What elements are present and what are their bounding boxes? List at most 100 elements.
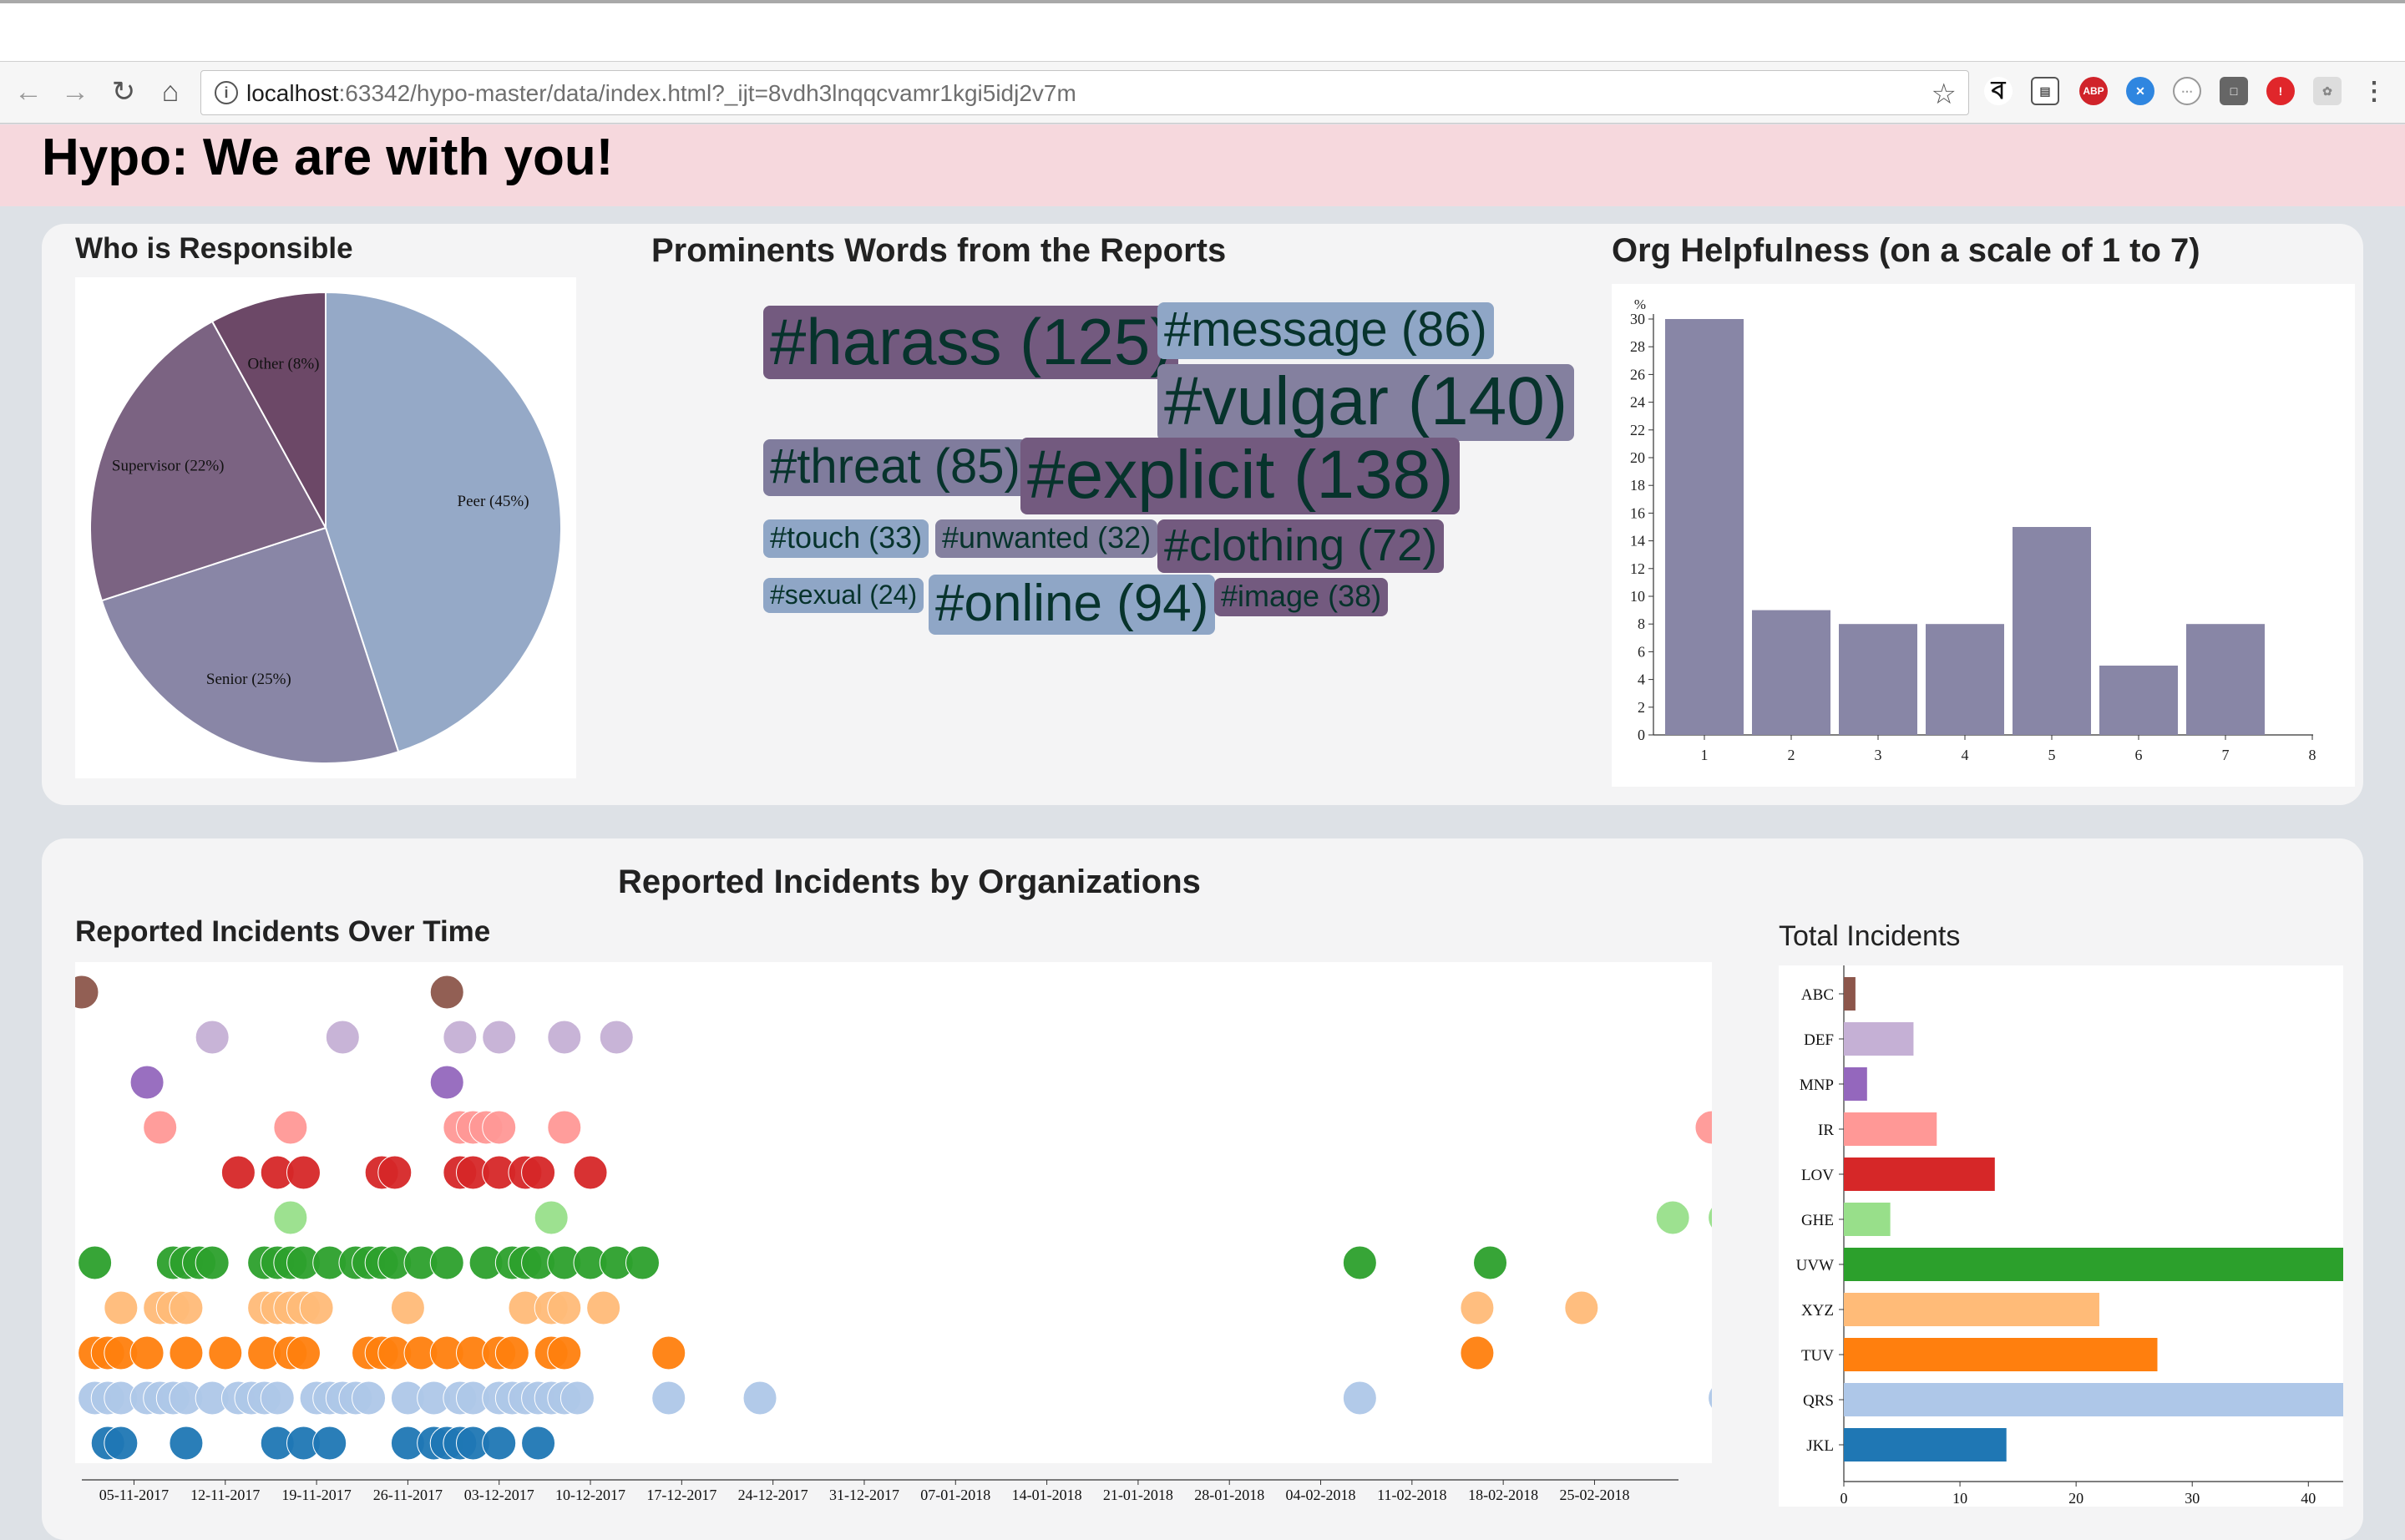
word-tag[interactable]: #online (94) — [929, 575, 1216, 635]
helpfulness-bar[interactable] — [1752, 610, 1830, 735]
incident-dot[interactable] — [352, 1380, 387, 1416]
incident-dot[interactable] — [1564, 1290, 1599, 1325]
incident-dot[interactable] — [195, 1020, 230, 1055]
word-tag[interactable]: #threat (85) — [763, 439, 1027, 496]
incident-dot[interactable] — [443, 1020, 478, 1055]
shield-extension-icon[interactable]: ! — [2266, 77, 2295, 105]
forward-icon[interactable]: → — [58, 75, 92, 109]
incident-dot[interactable] — [325, 1020, 360, 1055]
incident-dot[interactable] — [1460, 1335, 1495, 1370]
incident-dot[interactable] — [390, 1290, 425, 1325]
incident-dot[interactable] — [299, 1290, 334, 1325]
puzzle-extension-icon[interactable]: ✿ — [2313, 77, 2342, 105]
word-tag[interactable]: #touch (33) — [763, 519, 929, 558]
incident-dot[interactable] — [1460, 1290, 1495, 1325]
helpfulness-bar[interactable] — [2013, 527, 2091, 735]
incident-dot[interactable] — [521, 1155, 556, 1190]
incident-dot[interactable] — [273, 1110, 308, 1145]
incident-dot[interactable] — [273, 1200, 308, 1235]
reload-icon[interactable]: ↻ — [107, 75, 140, 109]
total-incidents-bar[interactable] — [1844, 1338, 2158, 1371]
word-tag[interactable]: #image (38) — [1214, 578, 1389, 616]
incident-dot[interactable] — [104, 1290, 139, 1325]
total-incidents-bar[interactable] — [1844, 1248, 2343, 1281]
incident-dot[interactable] — [1708, 1381, 1712, 1415]
helpfulness-bar[interactable] — [1839, 624, 1917, 735]
total-incidents-bar[interactable] — [1844, 1203, 1891, 1236]
info-icon[interactable]: i — [215, 81, 238, 104]
word-tag[interactable]: #sexual (24) — [763, 578, 924, 613]
incident-dot[interactable] — [429, 1065, 464, 1100]
incident-dot[interactable] — [573, 1155, 608, 1190]
incident-dot[interactable] — [286, 1335, 321, 1370]
helpfulness-bar[interactable] — [2186, 624, 2265, 735]
url-text[interactable]: localhost:63342/hypo-master/data/index.h… — [246, 80, 1076, 107]
word-tag[interactable]: #clothing (72) — [1157, 519, 1445, 573]
adblock-extension-icon[interactable]: ABP — [2079, 77, 2108, 105]
word-tag[interactable]: #unwanted (32) — [935, 519, 1158, 558]
back-icon[interactable]: ← — [12, 75, 45, 109]
incident-dot[interactable] — [143, 1110, 178, 1145]
incident-dot[interactable] — [547, 1335, 582, 1370]
total-incidents-bar[interactable] — [1844, 1428, 2007, 1461]
incident-dot[interactable] — [651, 1380, 686, 1416]
total-incidents-bar[interactable] — [1844, 1112, 1937, 1146]
incident-dot[interactable] — [482, 1110, 517, 1145]
helpfulness-bar[interactable] — [1926, 624, 2004, 735]
incident-dot[interactable] — [1342, 1380, 1377, 1416]
incident-dot[interactable] — [220, 1155, 256, 1190]
incident-dot[interactable] — [625, 1245, 660, 1280]
total-incidents-bar[interactable] — [1844, 1293, 2099, 1326]
word-tag[interactable]: #message (86) — [1157, 302, 1494, 359]
clipboard-extension-icon[interactable]: ▤ — [2031, 77, 2059, 105]
incident-dot[interactable] — [559, 1380, 595, 1416]
incident-dot[interactable] — [547, 1290, 582, 1325]
incident-dot[interactable] — [260, 1380, 295, 1416]
code-extension-icon[interactable]: ⋯ — [2173, 77, 2201, 105]
incident-dot[interactable] — [547, 1020, 582, 1055]
word-tag[interactable]: #explicit (138) — [1020, 438, 1461, 514]
incident-dot[interactable] — [1342, 1245, 1377, 1280]
helpfulness-bar[interactable] — [1665, 319, 1744, 735]
incident-dot[interactable] — [129, 1335, 165, 1370]
incident-dot[interactable] — [651, 1335, 686, 1370]
sync-extension-icon[interactable]: ✕ — [2126, 77, 2154, 105]
incident-dot[interactable] — [534, 1200, 569, 1235]
incident-dot[interactable] — [286, 1155, 321, 1190]
incident-dot[interactable] — [312, 1426, 347, 1461]
incident-dot[interactable] — [78, 1245, 113, 1280]
incident-dot[interactable] — [1708, 1201, 1712, 1234]
word-tag[interactable]: #vulgar (140) — [1157, 364, 1575, 441]
total-incidents-bar[interactable] — [1844, 977, 1856, 1011]
bengali-extension-icon[interactable]: ব — [1984, 76, 2013, 105]
total-incidents-bar[interactable] — [1844, 1383, 2343, 1416]
incident-dot[interactable] — [208, 1335, 243, 1370]
incident-dot[interactable] — [521, 1426, 556, 1461]
incident-dot[interactable] — [494, 1335, 529, 1370]
incident-dot[interactable] — [1655, 1200, 1690, 1235]
address-bar[interactable]: i localhost:63342/hypo-master/data/index… — [200, 70, 1969, 115]
incident-dot[interactable] — [429, 1245, 464, 1280]
incident-dot[interactable] — [482, 1020, 517, 1055]
incident-dot[interactable] — [169, 1426, 204, 1461]
incident-dot[interactable] — [1473, 1245, 1508, 1280]
total-incidents-bar[interactable] — [1844, 1067, 1867, 1101]
incident-dot[interactable] — [169, 1335, 204, 1370]
incident-dot[interactable] — [742, 1380, 777, 1416]
total-incidents-bar[interactable] — [1844, 1158, 1995, 1191]
helpfulness-bar[interactable] — [2099, 666, 2178, 735]
incident-dot[interactable] — [429, 975, 464, 1010]
bookmark-star-icon[interactable]: ☆ — [1932, 78, 1957, 111]
incident-dot[interactable] — [482, 1426, 517, 1461]
word-tag[interactable]: #harass (125) — [763, 306, 1179, 379]
menu-kebab-icon[interactable]: ⋮ — [2360, 77, 2388, 105]
incident-dot[interactable] — [547, 1110, 582, 1145]
screen-extension-icon[interactable]: □ — [2220, 77, 2248, 105]
incident-dot[interactable] — [169, 1290, 204, 1325]
total-incidents-bar[interactable] — [1844, 1022, 1914, 1056]
incident-dot[interactable] — [586, 1290, 621, 1325]
incident-dot[interactable] — [75, 975, 99, 1010]
home-icon[interactable]: ⌂ — [154, 75, 187, 109]
incident-dot[interactable] — [104, 1426, 139, 1461]
incident-dot[interactable] — [599, 1020, 634, 1055]
